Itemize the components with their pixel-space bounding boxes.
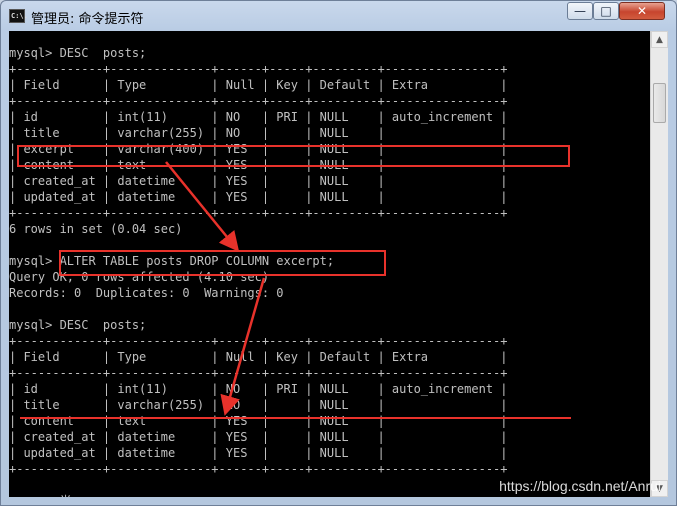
console-line: +------------+--------------+------+----… [9,462,508,476]
console-line: Records: 0 Duplicates: 0 Warnings: 0 [9,286,284,300]
console-line: +------------+--------------+------+----… [9,206,508,220]
watermark: https://blog.csdn.net/Anrui [499,478,661,494]
close-button[interactable]: ✕ [619,2,665,20]
console-line: | title | varchar(255) | NO | | NULL | | [9,126,508,140]
alter-command-highlight [59,250,386,276]
console-line: | Field | Type | Null | Key | Default | … [9,78,508,92]
minimize-button[interactable]: — [567,2,593,20]
removed-row-marker [20,417,571,419]
console-line: +------------+--------------+------+----… [9,94,508,108]
console-line: | id | int(11) | NO | PRI | NULL | auto_… [9,382,508,396]
console-line: | created_at | datetime | YES | | NULL |… [9,430,508,444]
scroll-thumb[interactable] [653,83,666,123]
console-line: | updated_at | datetime | YES | | NULL |… [9,190,508,204]
console-line: +------------+--------------+------+----… [9,334,508,348]
console-line: | Field | Type | Null | Key | Default | … [9,350,508,364]
console-line: | updated_at | datetime | YES | | NULL |… [9,446,508,460]
vertical-scrollbar[interactable]: ▲ ▼ [650,31,668,497]
title-bar[interactable]: C:\. 管理员: 命令提示符 — □ ✕ [1,1,676,31]
excerpt-row-highlight [17,145,570,167]
console-line: | title | varchar(255) | NO | | NULL | | [9,398,508,412]
cmd-app-icon[interactable]: C:\. [9,9,28,23]
console-line: +------------+--------------+------+----… [9,366,508,380]
window-title: 管理员: 命令提示符 [31,12,144,27]
console-line: mysql> DESC posts; [9,318,147,332]
console-line: 半: [9,493,79,497]
console-line: | id | int(11) | NO | PRI | NULL | auto_… [9,110,508,124]
scroll-up-button[interactable]: ▲ [651,31,668,48]
console-line: | created_at | datetime | YES | | NULL |… [9,174,508,188]
console-line: | content | text | YES | | NULL | | [9,414,508,428]
console-line: +------------+--------------+------+----… [9,62,508,76]
console-line: 6 rows in set (0.04 sec) [9,222,183,236]
console-line: mysql> DESC posts; [9,46,147,60]
maximize-button[interactable]: □ [593,2,619,20]
